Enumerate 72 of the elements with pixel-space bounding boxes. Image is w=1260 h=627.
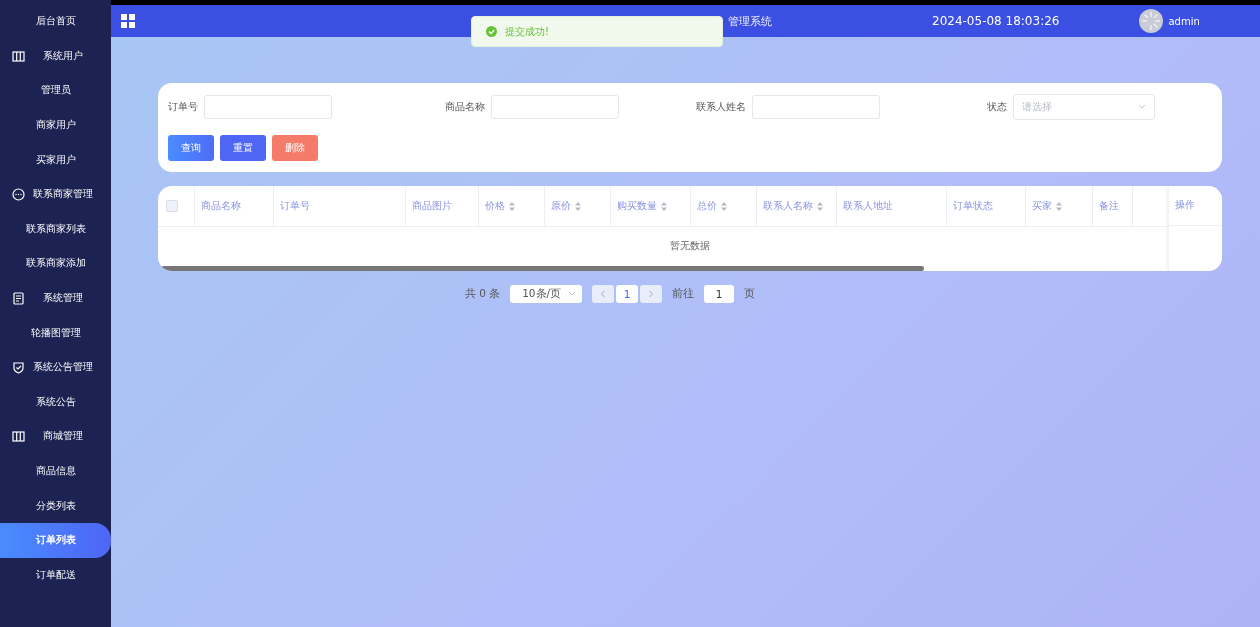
sort-icon[interactable] bbox=[817, 201, 823, 211]
chevron-right-icon bbox=[648, 290, 655, 298]
document-icon bbox=[12, 291, 25, 305]
avatar-icon[interactable] bbox=[1139, 9, 1164, 33]
column-header: 联系人地址 bbox=[843, 199, 893, 213]
column-header: 价格 bbox=[485, 199, 505, 213]
column-header: 买家 bbox=[1032, 199, 1052, 213]
column-header: 操作 bbox=[1175, 199, 1195, 212]
chevron-left-icon bbox=[600, 290, 607, 298]
sidebar-item[interactable]: 系统公告管理 bbox=[0, 349, 111, 385]
field-label: 联系人姓名 bbox=[695, 100, 746, 114]
columns-icon bbox=[12, 49, 25, 63]
sidebar-item[interactable]: 订单列表 bbox=[0, 522, 111, 558]
field-label: 订单号 bbox=[168, 100, 199, 114]
sidebar-item[interactable]: 商家用户 bbox=[0, 107, 111, 143]
column-header: 购买数量 bbox=[617, 199, 657, 213]
goto-label: 前往 bbox=[672, 287, 695, 301]
input-field[interactable] bbox=[204, 95, 332, 119]
check-circle-icon bbox=[486, 26, 497, 37]
sidebar-item[interactable]: 联系商家列表 bbox=[0, 211, 111, 247]
sort-icon[interactable] bbox=[1056, 201, 1062, 211]
sidebar-item[interactable]: 轮播图管理 bbox=[0, 315, 111, 350]
sort-icon[interactable] bbox=[509, 201, 515, 211]
page-size-select[interactable]: 10条/页 bbox=[510, 285, 583, 303]
reset-button[interactable]: 重置 bbox=[220, 135, 266, 161]
page-number[interactable]: 1 bbox=[616, 285, 639, 303]
scrollbar[interactable] bbox=[161, 266, 924, 271]
column-header: 原价 bbox=[551, 199, 571, 213]
page-input[interactable]: 1 bbox=[704, 285, 735, 303]
column-header: 商品图片 bbox=[412, 199, 452, 213]
sidebar-item[interactable]: 系统公告 bbox=[0, 384, 111, 420]
column-header: 订单号 bbox=[280, 199, 310, 213]
sort-icon[interactable] bbox=[661, 201, 667, 211]
columns-icon bbox=[12, 430, 25, 444]
sidebar-item[interactable]: 商品信息 bbox=[0, 453, 111, 489]
column-header: 联系人名称 bbox=[763, 199, 813, 213]
sidebar-item[interactable]: 系统用户 bbox=[0, 38, 111, 74]
shield-icon bbox=[12, 360, 25, 374]
sidebar-item[interactable]: 系统管理 bbox=[0, 280, 111, 316]
user-name[interactable]: admin bbox=[1168, 15, 1200, 27]
column-header: 商品名称 bbox=[201, 199, 241, 213]
column-header: 总价 bbox=[697, 199, 717, 213]
input-field[interactable] bbox=[752, 95, 880, 119]
system-title: 管理系统 bbox=[728, 13, 772, 29]
sidebar-item[interactable]: 联系商家添加 bbox=[0, 246, 111, 281]
sidebar-item[interactable]: 买家用户 bbox=[0, 142, 111, 177]
chevron-down-icon bbox=[1138, 104, 1146, 110]
sidebar-item[interactable]: 分类列表 bbox=[0, 488, 111, 523]
date-time: 2024-05-08 18:03:26 bbox=[932, 14, 1060, 28]
toast-message: 提交成功! bbox=[505, 24, 549, 39]
sort-icon[interactable] bbox=[721, 201, 727, 211]
next-page-button[interactable] bbox=[640, 285, 663, 303]
sidebar-item[interactable]: 后台首页 bbox=[0, 4, 111, 39]
query-button[interactable]: 查询 bbox=[168, 135, 214, 161]
sidebar-item[interactable]: 订单配送 bbox=[0, 557, 111, 593]
total-count: 共 0 条 bbox=[464, 287, 501, 301]
field-label: 商品名称 bbox=[444, 100, 485, 114]
chat-icon bbox=[12, 187, 25, 201]
page-suffix: 页 bbox=[744, 287, 756, 301]
grid-icon[interactable] bbox=[121, 14, 135, 28]
field-label: 状态 bbox=[986, 100, 1007, 114]
sidebar-item[interactable]: 商城管理 bbox=[0, 419, 111, 454]
sidebar-item[interactable]: 联系商家管理 bbox=[0, 176, 111, 212]
select-all-checkbox[interactable] bbox=[166, 200, 178, 212]
empty-message: 暂无数据 bbox=[670, 239, 710, 253]
prev-page-button[interactable] bbox=[592, 285, 615, 303]
column-header: 备注 bbox=[1099, 199, 1119, 213]
input-field[interactable] bbox=[491, 95, 619, 119]
column-header: 订单状态 bbox=[953, 199, 993, 213]
sort-icon[interactable] bbox=[575, 201, 581, 211]
chevron-down-icon bbox=[568, 291, 577, 297]
sidebar-item[interactable]: 管理员 bbox=[0, 73, 111, 108]
